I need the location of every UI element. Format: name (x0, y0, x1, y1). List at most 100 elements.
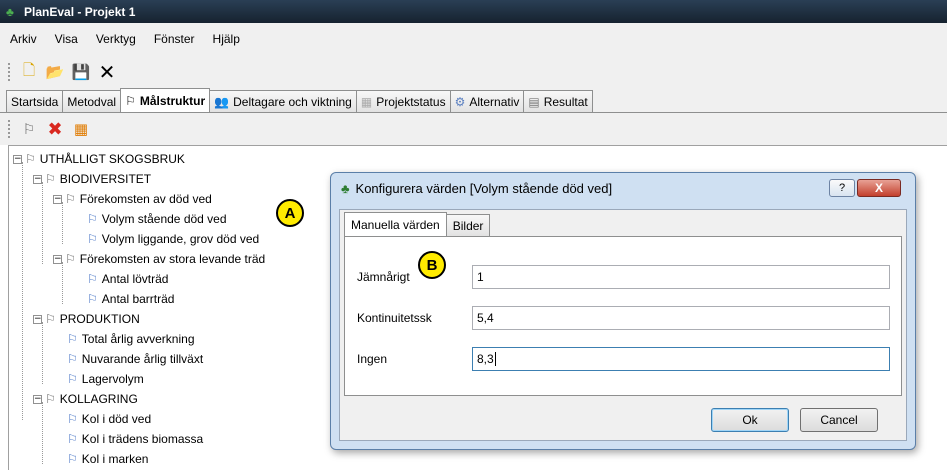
cancel-button[interactable]: Cancel (800, 408, 878, 432)
app-tree-icon: ♣ (341, 181, 350, 196)
toolbar-grip[interactable] (8, 63, 11, 81)
tab-bilder[interactable]: Bilder (445, 214, 491, 236)
close-icon[interactable]: ✕ (97, 62, 117, 84)
new-file-icon[interactable]: 🗋 (19, 62, 39, 82)
measure-icon: ⚐ (67, 352, 78, 366)
tab-alternativ[interactable]: ⚙ Alternativ (449, 90, 525, 112)
main-toolbar: 🗋 📂 💾 ✕ (0, 55, 947, 89)
tree-leaf[interactable]: ⚐ Antal lövträd (87, 269, 168, 289)
collapse-icon[interactable]: − (33, 394, 42, 404)
tree-node-label: Nuvarande årlig tillväxt (81, 352, 204, 366)
field-label-jamnarigt: Jämnårigt (357, 270, 410, 284)
tree-node-label: Total årlig avverkning (81, 332, 195, 346)
input-value: 1 (477, 270, 484, 284)
menu-arkiv[interactable]: Arkiv (10, 32, 37, 46)
dialog-title-bar: ♣ Konfigurera värden [Volym stående död … (341, 181, 612, 196)
help-button[interactable]: ? (829, 179, 855, 197)
tree-node-label: UTHÅLLIGT SKOGSBRUK (39, 152, 185, 166)
tree-connector (42, 322, 43, 384)
tab-manuella-varden[interactable]: Manuella värden (344, 212, 447, 236)
tree-node-label: Antal barrträd (101, 292, 175, 306)
tab-label: Målstruktur (139, 93, 206, 108)
tree-node-label: Volym liggande, grov död ved (101, 232, 260, 246)
dialog-body: Manuella värden Bilder Jämnårigt 1 Konti… (339, 209, 907, 441)
tab-label: Deltagare och viktning (233, 94, 352, 109)
tab-label: Startsida (11, 94, 59, 109)
field-row: Ingen 8,3 (345, 344, 901, 374)
tree-node-label: BIODIVERSITET (59, 172, 152, 186)
tree-leaf[interactable]: ⚐ Total årlig avverkning (67, 329, 195, 349)
tree-node[interactable]: − ⚐ PRODUKTION (33, 309, 140, 329)
report-icon: ▤ (528, 94, 540, 109)
flag-icon: ⚐ (25, 152, 36, 166)
table-icon[interactable]: ▦ (71, 119, 91, 139)
tree-leaf[interactable]: ⚐ Lagervolym (67, 369, 144, 389)
tree-leaf[interactable]: ⚐ Nuvarande årlig tillväxt (67, 349, 203, 369)
ok-button[interactable]: Ok (711, 408, 789, 432)
people-icon: 👥 (214, 94, 230, 109)
tab-malstruktur[interactable]: ⚐ Målstruktur (120, 88, 211, 112)
tab-label: Alternativ (469, 94, 520, 109)
measure-icon: ⚐ (87, 232, 98, 246)
app-tree-icon: ♣ (6, 4, 14, 19)
tree-node[interactable]: − ⚐ Förekomsten av död ved (53, 189, 212, 209)
tree-leaf[interactable]: ⚐ Kol i trädens biomassa (67, 429, 203, 449)
tree-node[interactable]: − ⚐ Förekomsten av stora levande träd (53, 249, 265, 269)
dialog-tabs: Manuella värden Bilder (344, 212, 491, 236)
tree-node[interactable]: − ⚐ KOLLAGRING (33, 389, 138, 409)
collapse-icon[interactable]: − (53, 254, 62, 264)
menu-visa[interactable]: Visa (55, 32, 78, 46)
flag-icon: ⚐ (65, 252, 76, 266)
measure-icon: ⚐ (67, 332, 78, 346)
tree-node[interactable]: − ⚐ BIODIVERSITET (33, 169, 151, 189)
tab-label: Projektstatus (376, 94, 446, 109)
main-tabs: Startsida Metodval ⚐ Målstruktur 👥 Deltaga… (0, 88, 947, 113)
tree-leaf[interactable]: ⚐ Kol i marken (67, 449, 148, 469)
callout-marker-b: B (418, 251, 446, 279)
collapse-icon[interactable]: − (33, 174, 42, 184)
configure-values-dialog: ♣ Konfigurera värden [Volym stående död … (330, 172, 916, 450)
tab-projektstatus[interactable]: ▦ Projektstatus (355, 90, 451, 112)
measure-icon: ⚐ (87, 272, 98, 286)
tree-node[interactable]: − ⚐ UTHÅLLIGT SKOGSBRUK (13, 149, 185, 169)
menu-verktyg[interactable]: Verktyg (96, 32, 136, 46)
structure-toolbar: ⚐ ✖ ▦ (0, 113, 947, 145)
callout-marker-a: A (276, 199, 304, 227)
open-folder-icon[interactable]: 📂 (45, 62, 65, 82)
close-button[interactable]: X (857, 179, 901, 197)
tab-startsida[interactable]: Startsida (6, 90, 64, 112)
add-flag-icon[interactable]: ⚐ (19, 119, 39, 139)
flag-icon: ⚐ (45, 312, 56, 326)
tree-leaf[interactable]: ⚐ Kol i död ved (67, 409, 151, 429)
collapse-icon[interactable]: − (13, 154, 22, 164)
value-input-kontinuitetssk[interactable]: 5,4 (472, 306, 890, 330)
value-input-ingen[interactable]: 8,3 (472, 347, 890, 371)
measure-icon: ⚐ (67, 432, 78, 446)
tree-node-label: Volym stående död ved (101, 212, 227, 226)
tree-node-label: Lagervolym (81, 372, 144, 386)
menu-fonster[interactable]: Fönster (154, 32, 195, 46)
value-input-jamnarigt[interactable]: 1 (472, 265, 890, 289)
input-value: 5,4 (477, 311, 494, 325)
tab-deltagare[interactable]: 👥 Deltagare och viktning (209, 90, 357, 112)
save-icon[interactable]: 💾 (71, 62, 91, 82)
delete-icon[interactable]: ✖ (45, 119, 65, 139)
tree-node-label: Antal lövträd (101, 272, 169, 286)
grid-icon: ▦ (360, 94, 373, 109)
collapse-icon[interactable]: − (33, 314, 42, 324)
measure-icon: ⚐ (87, 212, 98, 226)
flag-icon: ⚐ (125, 93, 136, 108)
collapse-icon[interactable]: − (53, 194, 62, 204)
menu-hjalp[interactable]: Hjälp (213, 32, 240, 46)
tree-node-label: Kol i marken (81, 452, 149, 466)
tree-leaf[interactable]: ⚐ Antal barrträd (87, 289, 174, 309)
toolbar-grip[interactable] (8, 120, 11, 138)
tree-connector (42, 402, 43, 464)
alternatives-icon: ⚙ (454, 94, 466, 109)
tree-leaf[interactable]: ⚐ Volym liggande, grov död ved (87, 229, 259, 249)
tree-node-label: Förekomsten av stora levande träd (79, 252, 266, 266)
tree-leaf[interactable]: ⚐ Volym stående död ved (87, 209, 227, 229)
tree-connector (42, 182, 43, 264)
tab-resultat[interactable]: ▤ Resultat (523, 90, 593, 112)
tab-metodval[interactable]: Metodval (62, 90, 122, 112)
